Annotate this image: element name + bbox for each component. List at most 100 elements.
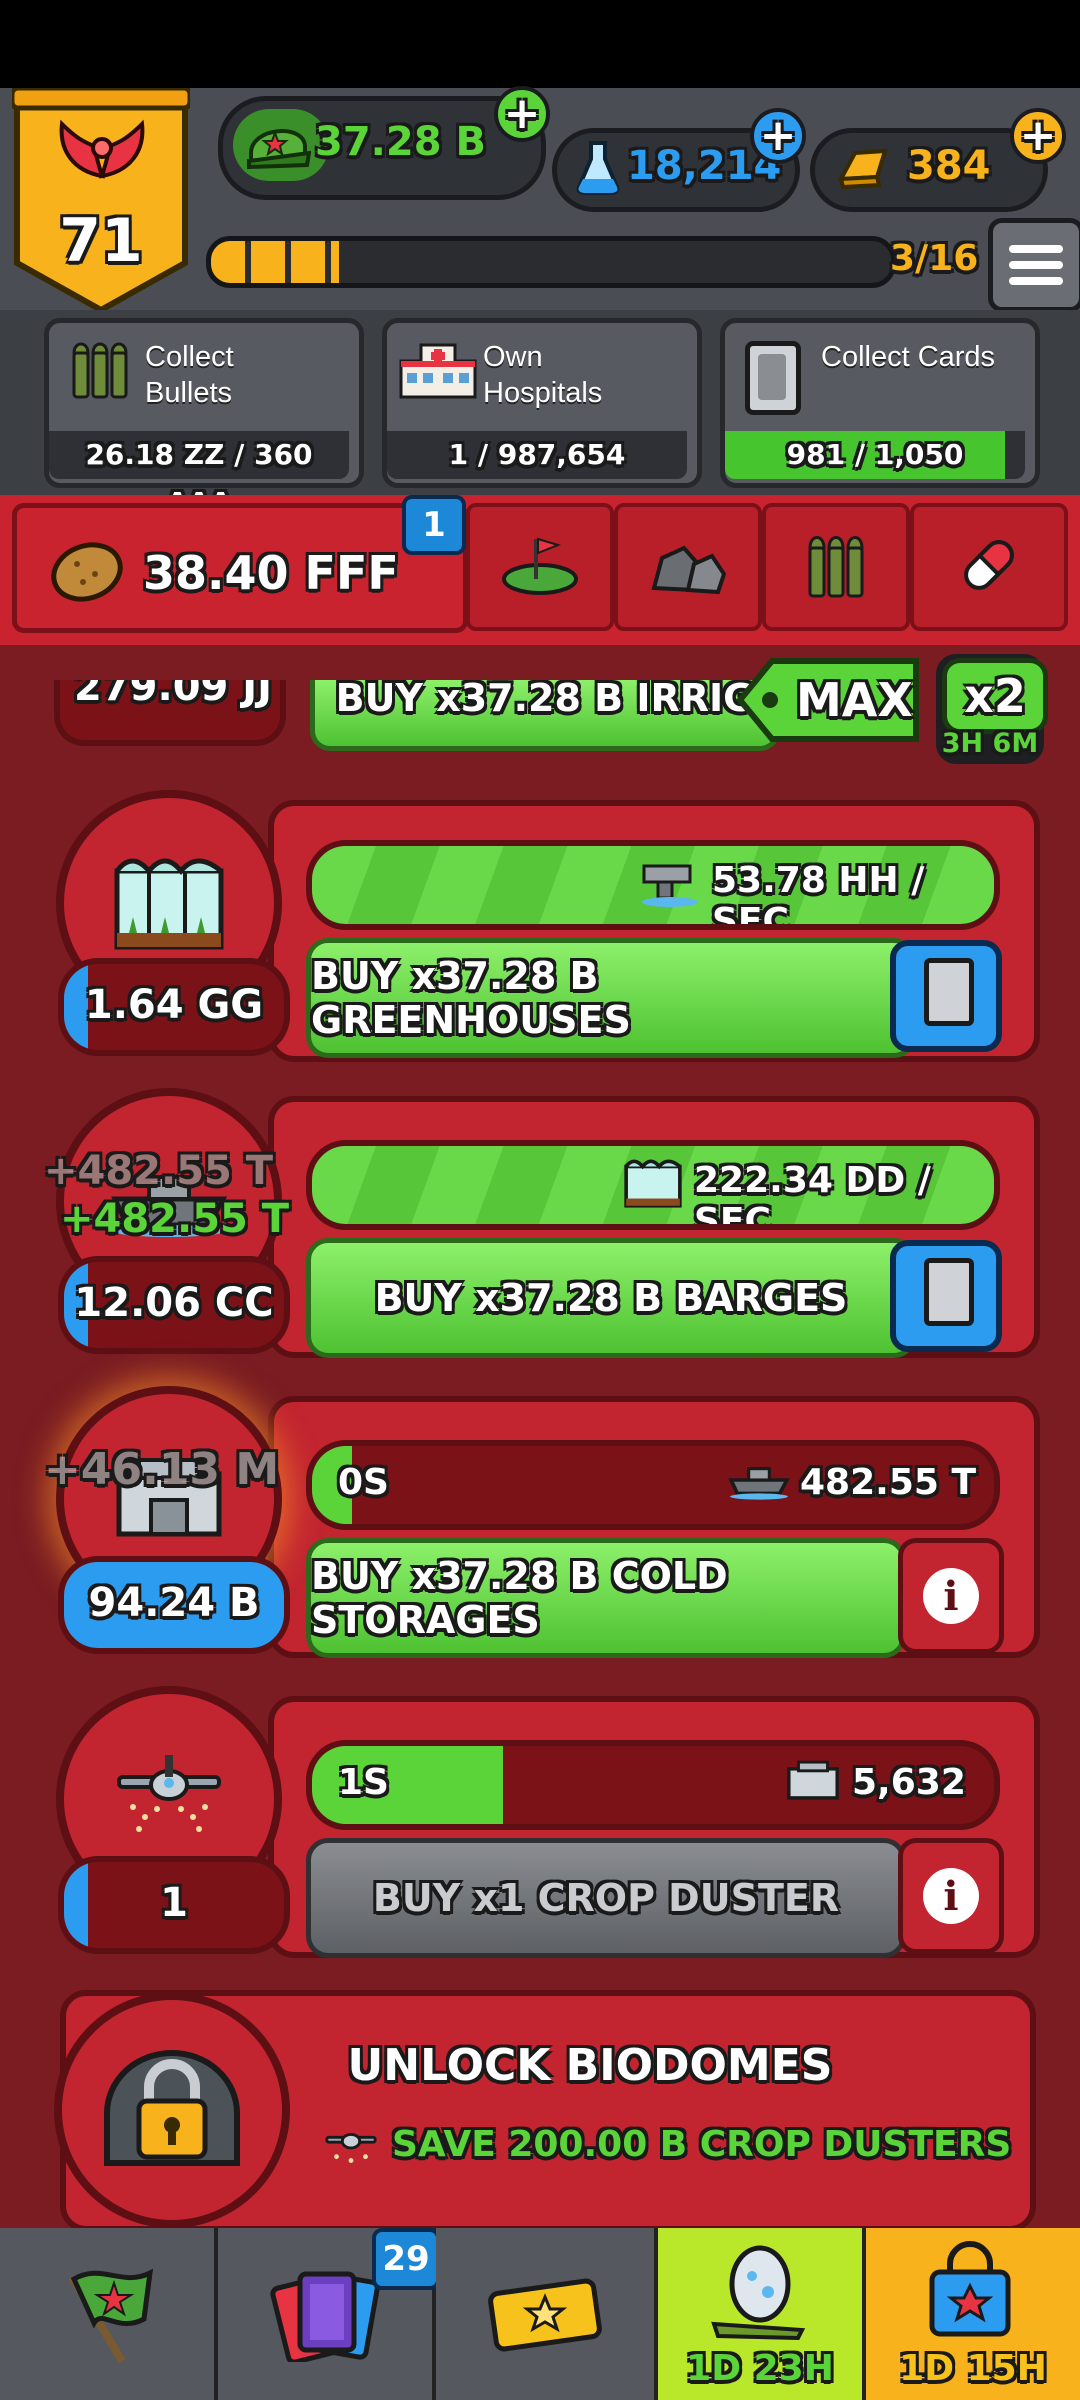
add-cash-button[interactable]: + <box>494 86 550 142</box>
tab-bullets[interactable] <box>762 503 910 631</box>
stage-progress-bar <box>206 236 896 288</box>
cards-badge: 29 <box>372 2228 440 2290</box>
cards-icon <box>270 2262 380 2366</box>
buy-barges-button[interactable]: BUY x37.28 B BARGES <box>306 1238 916 1358</box>
tab-mining[interactable] <box>614 503 762 631</box>
shopping-bag-icon <box>920 2240 1020 2344</box>
biodomes-locked-icon-circle <box>54 1992 290 2228</box>
goals-row: Collect Bullets 26.18 ZZ / 360 AAA Own H… <box>0 310 1080 519</box>
tab-medicine[interactable] <box>910 503 1068 631</box>
crop-duster-timer: 1S <box>338 1762 389 1803</box>
buy-cold-storages-button[interactable]: BUY x37.28 B COLD STORAGES <box>306 1538 906 1658</box>
greenhouses-card-upgrade-button[interactable] <box>880 930 1010 1052</box>
barge-icon <box>728 1458 790 1506</box>
goal-collect-cards[interactable]: Collect Cards 981 / 1,050 <box>720 318 1040 488</box>
add-gold-button[interactable]: + <box>1010 108 1066 164</box>
barges-count: 12.06 CC <box>58 1256 290 1354</box>
goal-label-line1: Collect <box>145 341 234 373</box>
card-icon <box>924 958 974 1026</box>
cold-storages-timer: 0S <box>338 1462 389 1503</box>
menu-button[interactable] <box>988 218 1080 312</box>
buy-greenhouses-button[interactable]: BUY x37.28 B GREENHOUSES <box>306 938 916 1058</box>
menu-icon <box>1009 245 1063 253</box>
cold-storages-count: 94.24 B <box>58 1556 290 1654</box>
max-label: MAX <box>796 673 913 727</box>
gold-bar-icon <box>837 145 889 193</box>
max-button[interactable]: MAX <box>736 655 922 745</box>
nav-missions[interactable] <box>0 2228 218 2400</box>
goal-label-line2: Bullets <box>145 377 233 409</box>
cold-storages-info-button[interactable]: i <box>898 1538 1004 1654</box>
goal-progress: 981 / 1,050 <box>786 438 964 471</box>
bullets-icon <box>807 530 865 604</box>
boost-button[interactable]: x2 3H 6M <box>936 654 1048 764</box>
rocks-icon <box>648 534 728 600</box>
goal-progress: 1 / 987,654 <box>448 438 626 471</box>
dino-egg-icon <box>708 2240 808 2344</box>
wings-emblem-icon <box>54 116 150 190</box>
card-icon <box>745 341 801 415</box>
crop-duster-icon <box>109 1747 229 1851</box>
status-bar <box>0 0 1080 88</box>
level-banner[interactable]: 71 <box>9 85 193 314</box>
resource-tab-active[interactable]: 38.40 FFF <box>12 503 468 633</box>
greenhouses-count: 1.64 GG <box>58 958 290 1056</box>
crop-duster-count: 1 <box>58 1856 290 1954</box>
boost-timer: 3H 6M <box>941 728 1039 759</box>
cash-value: 37.28 B <box>315 119 486 165</box>
buy-crop-duster-button[interactable]: BUY x1 CROP DUSTER <box>306 1838 906 1958</box>
goal-own-hospitals[interactable]: Own Hospitals 1 / 987,654 <box>382 318 702 488</box>
cold-storages-output: 482.55 T <box>800 1462 977 1503</box>
barges-rate-bar: 222.34 DD / SEC <box>306 1140 1000 1230</box>
goal-label-line2: Hospitals <box>483 377 603 409</box>
stage-progress-fill <box>211 241 339 283</box>
irrigation-icon <box>638 856 702 912</box>
flask-icon <box>575 139 621 199</box>
stage-progress-text: 3/16 <box>890 238 979 279</box>
greenhouse-icon <box>109 851 229 955</box>
army-cap-icon <box>245 117 312 177</box>
crop-duster-timer-bar: 1S 5,632 <box>306 1740 1000 1830</box>
cold-storages-float-text: +46.13 M <box>44 1444 280 1495</box>
bullets-icon <box>71 337 129 405</box>
cold-storage-icon <box>784 1758 842 1806</box>
top-bar: 71 37.28 B + 18,214 + 384 + 3/16 <box>0 85 1080 314</box>
goal-label-line1: Own <box>483 341 543 373</box>
flag-star-icon <box>52 2257 162 2371</box>
tab-farmland[interactable] <box>466 503 614 631</box>
barges-float-text: +482.55 T <box>60 1196 290 1242</box>
boost-label: x2 <box>964 669 1026 723</box>
greenhouse-icon <box>622 1154 684 1214</box>
goal-collect-bullets[interactable]: Collect Bullets 26.18 ZZ / 360 AAA <box>44 318 364 519</box>
goal-label-line1: Collect Cards <box>821 341 996 373</box>
cold-storages-timer-bar: 0S 482.55 T <box>306 1440 1000 1530</box>
nav-event-egg[interactable]: 1D 23H <box>658 2228 866 2400</box>
event-shop-timer: 1D 15H <box>899 2348 1047 2389</box>
event-egg-timer: 1D 23H <box>686 2348 834 2389</box>
crop-duster-info-button[interactable]: i <box>898 1838 1004 1954</box>
barges-float-text-faded: +482.55 T <box>44 1148 274 1194</box>
unlock-subtitle: SAVE 200.00 B CROP DUSTERS <box>392 2124 1012 2165</box>
gold-value: 384 <box>907 143 991 189</box>
nav-tickets[interactable] <box>436 2228 658 2400</box>
resource-value: 38.40 FFF <box>143 546 399 600</box>
info-icon: i <box>923 1868 979 1924</box>
add-science-button[interactable]: + <box>750 108 806 164</box>
lock-icon <box>97 2043 247 2177</box>
potato-icon <box>47 538 127 608</box>
card-icon <box>924 1258 974 1326</box>
partial-row-count: 279.09 JJ <box>54 680 286 746</box>
goal-progress-bar: 981 / 1,050 <box>725 431 1025 479</box>
unlock-title: UNLOCK BIODOMES <box>347 2040 833 2091</box>
resource-badge: 1 <box>402 495 466 555</box>
level-number: 71 <box>59 206 143 276</box>
partial-row-buy-button[interactable]: BUY x37.28 B IRRIG <box>310 680 780 751</box>
farm-flag-icon <box>500 533 580 601</box>
barges-card-upgrade-button[interactable] <box>880 1230 1010 1352</box>
nav-event-shop[interactable]: 1D 15H <box>866 2228 1080 2400</box>
pill-icon <box>954 530 1024 604</box>
crop-duster-output: 5,632 <box>852 1762 966 1803</box>
ticket-star-icon <box>485 2267 605 2361</box>
info-icon: i <box>923 1568 979 1624</box>
bottom-nav: 29 1D 23H 1D 15H <box>0 2228 1080 2400</box>
